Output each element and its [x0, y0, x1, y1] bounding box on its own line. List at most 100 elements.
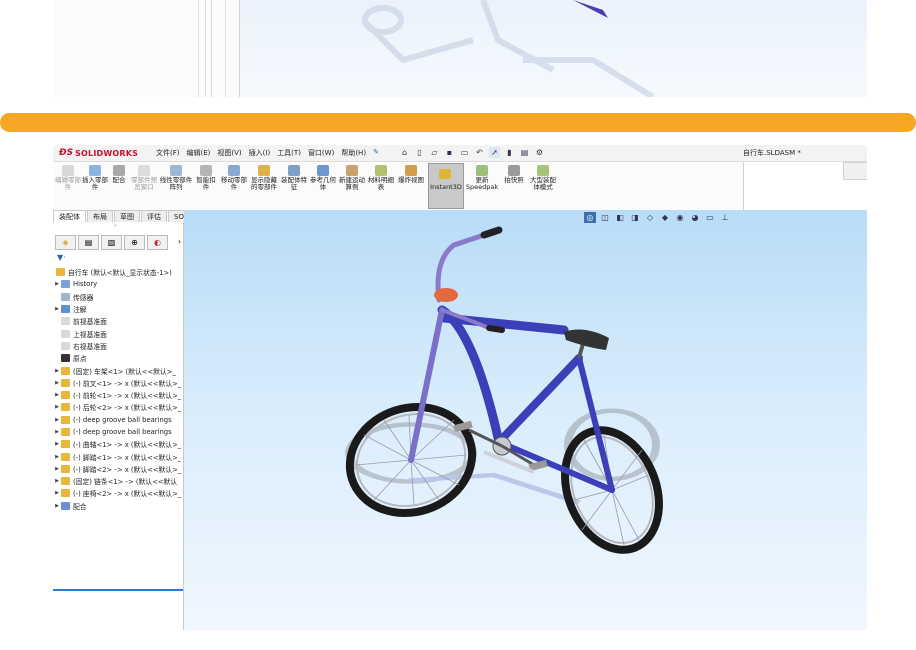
select-icon[interactable]: ➚	[489, 147, 500, 158]
display-manager-icon[interactable]: ◐	[147, 235, 168, 250]
menu-window[interactable]: 窗口(W)	[308, 148, 334, 158]
pin-icon[interactable]: ✎	[373, 148, 379, 158]
tree-root[interactable]: 自行车 (默认<默认_显示状态-1>)	[53, 266, 183, 278]
tree-item[interactable]: 原点	[53, 352, 183, 364]
tree-item[interactable]: ▶ (-) 脚踏<2> -> x (默认<<默认>_	[53, 463, 183, 475]
tree-item[interactable]: ▶ (固定) 链条<1> -> (默认<<默认	[53, 475, 183, 487]
tree-item[interactable]: ▶ History	[53, 278, 183, 290]
assembly-icon	[56, 268, 65, 277]
expand-arrow-icon[interactable]: ▶	[53, 404, 61, 410]
feature-manager-icon[interactable]: ◈	[55, 235, 76, 250]
file-properties-icon[interactable]: ▤	[519, 147, 530, 158]
expand-arrow-icon[interactable]: ▶	[53, 441, 61, 447]
tree-item[interactable]: ▶ (-) 座椅<2> -> x (默认<<默认>_	[53, 487, 183, 499]
graphics-viewport[interactable]: ◎ ◫ ◧ ◨ ◇ ◆ ◉ ◕ ▭ ⊥	[184, 210, 867, 630]
dimxpert-icon[interactable]: ⊕	[124, 235, 145, 250]
expand-arrow-icon[interactable]: ▶	[53, 392, 61, 398]
expand-arrow-icon[interactable]: ▶	[53, 466, 61, 472]
menu-edit[interactable]: 编辑(E)	[187, 148, 211, 158]
tree-item[interactable]: ▶ (-) deep groove ball bearings	[53, 414, 183, 426]
tree-item-label: (-) 座椅<2> -> x (默认<<默认>_	[73, 490, 182, 499]
tab-sketch[interactable]: 草图	[114, 210, 140, 222]
show-hidden-components-button[interactable]: 显示隐藏的零部件	[251, 165, 277, 191]
tree-item[interactable]: ▶ 注解	[53, 303, 183, 315]
tree-item-label: 前视基准面	[73, 318, 107, 327]
tree-item[interactable]: 上视基准面	[53, 327, 183, 339]
exploded-view-button[interactable]: 爆炸视图	[398, 165, 424, 184]
tree-item[interactable]: ▶ (-) 前叉<1> -> x (默认<<默认>_	[53, 377, 183, 389]
reference-geometry-icon	[317, 165, 329, 176]
expand-arrow-icon[interactable]: ▶	[53, 503, 61, 509]
options-gear-icon[interactable]: ⚙	[534, 147, 545, 158]
tab-layout[interactable]: 布局	[87, 210, 113, 222]
tree-item-label: (-) 前轮<1> -> x (默认<<默认>_	[73, 392, 182, 401]
undo-icon[interactable]: ↶	[474, 147, 485, 158]
open-icon[interactable]: ▱	[429, 147, 440, 158]
tab-assembly[interactable]: 装配体	[53, 210, 86, 222]
tree-item[interactable]: 右视基准面	[53, 340, 183, 352]
edit-component-button[interactable]: 编辑零部件	[55, 165, 81, 191]
new-icon[interactable]: ▯	[414, 147, 425, 158]
take-snapshot-button[interactable]: 拍快照	[501, 165, 527, 184]
solidworks-logo[interactable]: ĐS SOLIDWORKS	[59, 146, 138, 160]
move-component-button[interactable]: 移动零部件	[221, 165, 247, 191]
tree-item[interactable]: ▶ (-) 后轮<2> -> x (默认<<默认>_	[53, 401, 183, 413]
search-area[interactable]	[843, 162, 867, 180]
expand-arrow-icon[interactable]: ▶	[53, 490, 61, 496]
home-icon[interactable]: ⌂	[399, 147, 410, 158]
configuration-manager-icon[interactable]: ▧	[101, 235, 122, 250]
tree-item[interactable]: ▶ (-) 脚踏<1> -> x (默认<<默认>_	[53, 450, 183, 462]
component-icon	[61, 464, 70, 473]
tree-item-label: (-) 后轮<2> -> x (默认<<默认>_	[73, 404, 182, 413]
exploded-view-icon	[405, 165, 417, 176]
panel-collapse-handle[interactable]: ⌃	[113, 224, 118, 231]
tree-item[interactable]: 前视基准面	[53, 315, 183, 327]
tree-item-label: 右视基准面	[73, 342, 107, 351]
expand-arrow-icon[interactable]: ▶	[53, 417, 61, 423]
expand-arrow-icon[interactable]: ▶	[53, 380, 61, 386]
component-preview-button[interactable]: 零部件预览窗口	[131, 165, 157, 191]
tree-item[interactable]: ▶ (-) deep groove ball bearings	[53, 426, 183, 438]
filter-icon[interactable]: ▼·	[57, 253, 66, 262]
menu-view[interactable]: 视图(V)	[217, 148, 241, 158]
print-icon[interactable]: ▭	[459, 147, 470, 158]
tree-item[interactable]: ▶ 配合	[53, 500, 183, 512]
feature-icon	[61, 501, 70, 510]
tab-evaluate[interactable]: 评估	[141, 210, 167, 222]
tree-item[interactable]: ▶ (-) 曲轴<1> -> x (默认<<默认>_	[53, 438, 183, 450]
linear-pattern-button[interactable]: 线性零部件阵列	[159, 165, 193, 191]
expand-arrow-icon[interactable]: ▶	[53, 306, 61, 312]
insert-components-button[interactable]: 插入零部件	[82, 165, 108, 191]
menu-file[interactable]: 文件(F)	[156, 148, 180, 158]
update-speedpak-button[interactable]: 更新Speedpak	[465, 165, 499, 191]
menu-insert[interactable]: 插入(I)	[249, 148, 271, 158]
property-manager-icon[interactable]: ▤	[78, 235, 99, 250]
tree-item-label: 注解	[73, 306, 87, 315]
reference-geometry-button[interactable]: 参考几何体	[310, 165, 336, 191]
large-assembly-mode-button[interactable]: 大型装配体模式	[529, 165, 557, 191]
previous-screenshot-crop	[53, 0, 867, 97]
mate-icon	[113, 165, 125, 176]
menu-help[interactable]: 帮助(H)	[341, 148, 366, 158]
new-motion-study-button[interactable]: 新建运动算例	[339, 165, 365, 191]
component-icon	[61, 452, 70, 461]
tree-item-label: 上视基准面	[73, 330, 107, 339]
expand-arrow-icon[interactable]: ▶	[53, 368, 61, 374]
insert-components-icon	[89, 165, 101, 176]
smart-fasteners-button[interactable]: 智能扣件	[194, 165, 218, 191]
traffic-light-icon[interactable]: ▮	[504, 147, 515, 158]
assembly-features-button[interactable]: 装配体特征	[281, 165, 307, 191]
tree-item[interactable]: ▶ (固定) 车架<1> (默认<<默认>_	[53, 364, 183, 376]
expand-arrow-icon[interactable]: ▶	[53, 454, 61, 460]
expand-arrow-icon[interactable]: ▶	[53, 478, 61, 484]
bill-of-materials-button[interactable]: 材料明细表	[368, 165, 394, 191]
save-icon[interactable]: ▪	[444, 147, 455, 158]
tree-item-label: (-) deep groove ball bearings	[73, 415, 172, 424]
expand-arrow-icon[interactable]: ▶	[53, 281, 61, 287]
tree-item[interactable]: 传感器	[53, 291, 183, 303]
instant3d-button[interactable]: Instant3D	[428, 163, 464, 209]
tree-item[interactable]: ▶ (-) 前轮<1> -> x (默认<<默认>_	[53, 389, 183, 401]
expand-arrow-icon[interactable]: ▶	[53, 429, 61, 435]
mate-button[interactable]: 配合	[109, 165, 129, 184]
menu-tools[interactable]: 工具(T)	[277, 148, 301, 158]
